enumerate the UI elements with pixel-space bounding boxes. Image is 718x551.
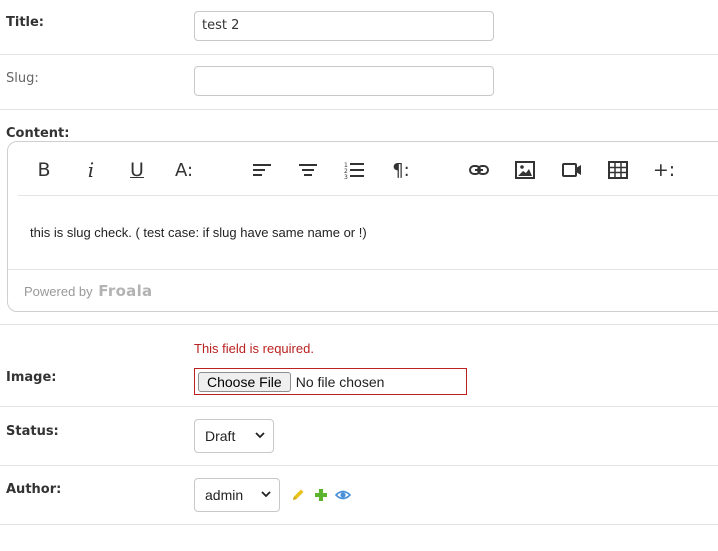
align-left-icon[interactable] (246, 154, 278, 186)
align-center-icon[interactable] (292, 154, 324, 186)
author-select[interactable]: admin (194, 478, 280, 512)
insert-video-icon[interactable] (556, 154, 588, 186)
powered-by-text[interactable]: Powered by Froala (24, 282, 152, 300)
svg-text:3: 3 (344, 174, 348, 181)
insert-link-icon[interactable] (463, 154, 495, 186)
image-label: Image: (6, 370, 57, 385)
insert-table-icon[interactable] (602, 154, 634, 186)
chevron-down-icon (255, 432, 265, 439)
rich-text-editor: B i U A: 123 ¶: +: this is slug check. (… (7, 141, 718, 312)
insert-more-icon[interactable]: +: (648, 154, 680, 186)
edit-pencil-icon[interactable] (290, 487, 306, 503)
file-status-text: No file chosen (295, 373, 385, 390)
content-label: Content: (6, 126, 70, 141)
title-input[interactable]: test 2 (194, 11, 494, 41)
status-label: Status: (6, 424, 59, 439)
ordered-list-icon[interactable]: 123 (338, 154, 370, 186)
view-eye-icon[interactable] (335, 487, 351, 503)
slug-input[interactable] (194, 66, 494, 96)
status-selected-value: Draft (205, 428, 236, 444)
author-row: Author: admin (0, 466, 718, 525)
bold-icon[interactable]: B (28, 154, 60, 186)
insert-image-icon[interactable] (509, 154, 541, 186)
editor-toolbar: B i U A: 123 ¶: +: (8, 142, 718, 196)
status-select[interactable]: Draft (194, 419, 274, 453)
slug-label: Slug: (6, 71, 39, 86)
author-label: Author: (6, 482, 62, 497)
add-plus-icon[interactable] (313, 487, 329, 503)
author-selected-value: admin (205, 487, 244, 503)
toolbar-divider (18, 195, 718, 196)
slug-row: Slug: (0, 55, 718, 110)
froala-logo: Froala (98, 282, 153, 300)
chevron-down-icon (261, 491, 271, 498)
italic-icon[interactable]: i (75, 154, 107, 186)
choose-file-button[interactable]: Choose File (198, 371, 291, 392)
image-error-message: This field is required. (194, 341, 314, 356)
underline-icon[interactable]: U (121, 154, 153, 186)
editor-content[interactable]: this is slug check. ( test case: if slug… (30, 225, 367, 240)
image-file-input[interactable]: Choose File No file chosen (194, 368, 467, 395)
powered-by-bar: Powered by Froala (8, 269, 718, 314)
paragraph-more-icon[interactable]: ¶: (385, 154, 417, 186)
status-row: Status: Draft (0, 407, 718, 466)
text-more-icon[interactable]: A: (168, 154, 200, 186)
title-label: Title: (6, 15, 45, 30)
title-row: Title: test 2 (0, 0, 718, 55)
